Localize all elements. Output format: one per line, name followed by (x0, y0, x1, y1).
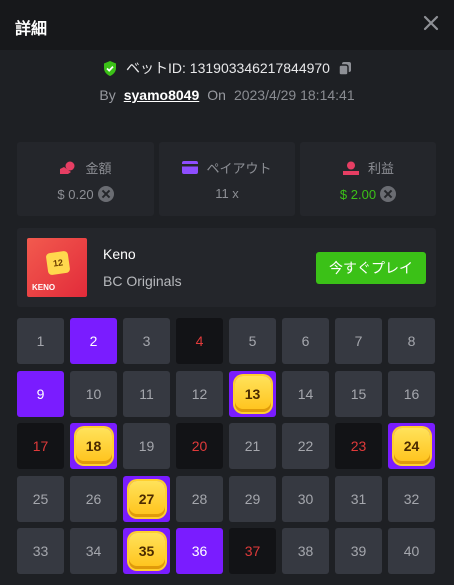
bet-id: ベットID: 131903346217844970 (126, 60, 330, 76)
amount-value: $ 0.20 (57, 186, 94, 202)
keno-cell-31: 31 (335, 475, 382, 522)
hit-gem: 35 (128, 533, 165, 569)
keno-grid: 1 2 3 4 5 6 7 8 9 10 11 12 13 14 15 16 17 18 19 20 21 22 23 24 2… (17, 318, 437, 574)
keno-cell-37: 37 (229, 528, 276, 574)
keno-cell-20: 20 (176, 423, 223, 469)
keno-cell-28: 28 (176, 475, 223, 522)
hit-gem: 18 (75, 428, 112, 464)
keno-cell-14: 14 (282, 370, 329, 417)
currency-icon (97, 186, 114, 202)
keno-cell-27: 27 (123, 475, 170, 522)
profit-value: $ 2.00 (339, 186, 377, 202)
keno-cell-5: 5 (229, 318, 276, 364)
by-label: By (99, 87, 116, 103)
bet-date: 2023/4/29 18:14:41 (233, 87, 355, 103)
keno-cell-6: 6 (282, 318, 329, 364)
keno-cell-35: 35 (123, 528, 170, 574)
hit-gem: 13 (234, 375, 271, 412)
keno-cell-30: 30 (282, 475, 329, 522)
keno-cell-40: 40 (388, 528, 435, 574)
keno-cell-23: 23 (335, 423, 382, 469)
keno-cell-32: 32 (388, 475, 435, 522)
keno-cell-36: 36 (176, 528, 223, 574)
keno-thumbnail[interactable]: 12 KENO (27, 238, 87, 297)
header: 詳細 (0, 0, 454, 50)
keno-cell-4: 4 (176, 318, 223, 364)
bet-meta-row: By syamo8049 On 2023/4/29 18:14:41 (0, 87, 454, 103)
hit-gem: 27 (128, 480, 165, 517)
keno-cell-34: 34 (70, 528, 117, 574)
payout-value: 11 x (215, 186, 239, 201)
keno-cell-22: 22 (282, 423, 329, 469)
amount-label: 金額 (85, 161, 112, 176)
keno-cell-7: 7 (335, 318, 382, 364)
keno-cell-3: 3 (123, 318, 170, 364)
payout-stat: ペイアウト 11 x (159, 142, 295, 216)
coins-icon (60, 161, 75, 174)
keno-cell-17: 17 (17, 423, 64, 469)
page-title: 詳細 (15, 21, 48, 38)
on-label: On (207, 87, 226, 103)
currency-icon (380, 186, 397, 202)
keno-cell-8: 8 (388, 318, 435, 364)
keno-cell-16: 16 (388, 370, 435, 417)
keno-cell-26: 26 (70, 475, 117, 522)
keno-cell-15: 15 (335, 370, 382, 417)
game-provider: BC Originals (103, 273, 182, 289)
keno-cell-18: 18 (70, 423, 117, 469)
close-icon[interactable] (422, 14, 440, 32)
keno-cell-24: 24 (388, 423, 435, 469)
thumb-label: KENO (32, 283, 56, 292)
hit-gem: 24 (393, 428, 430, 464)
keno-cell-9: 9 (17, 370, 64, 417)
amount-stat: 金額 $ 0.20 (17, 142, 154, 216)
card-icon (182, 161, 199, 174)
keno-cell-38: 38 (282, 528, 329, 574)
payout-label: ペイアウト (206, 161, 272, 176)
keno-cell-10: 10 (70, 370, 117, 417)
keno-cell-12: 12 (176, 370, 223, 417)
profit-stat: 利益 $ 2.00 (300, 142, 436, 216)
keno-cell-13: 13 (229, 370, 276, 417)
game-name[interactable]: Keno (103, 246, 136, 262)
keno-cell-11: 11 (123, 370, 170, 417)
thumb-number: 12 (45, 250, 71, 276)
game-card: 12 KENO Keno BC Originals 今すぐプレイ (17, 228, 436, 307)
keno-cell-2: 2 (70, 318, 117, 364)
profit-label: 利益 (367, 161, 394, 176)
keno-cell-1: 1 (17, 318, 64, 364)
keno-cell-21: 21 (229, 423, 276, 469)
keno-cell-33: 33 (17, 528, 64, 574)
keno-cell-19: 19 (123, 423, 170, 469)
copy-icon[interactable] (338, 61, 352, 76)
keno-cell-39: 39 (335, 528, 382, 574)
bet-id-row: ベットID: 131903346217844970 (0, 58, 454, 82)
keno-cell-25: 25 (17, 475, 64, 522)
keno-cell-29: 29 (229, 475, 276, 522)
shield-check-icon (104, 60, 117, 76)
user-link[interactable]: syamo8049 (124, 87, 200, 103)
profit-icon (342, 161, 359, 175)
play-now-button[interactable]: 今すぐプレイ (316, 252, 426, 284)
